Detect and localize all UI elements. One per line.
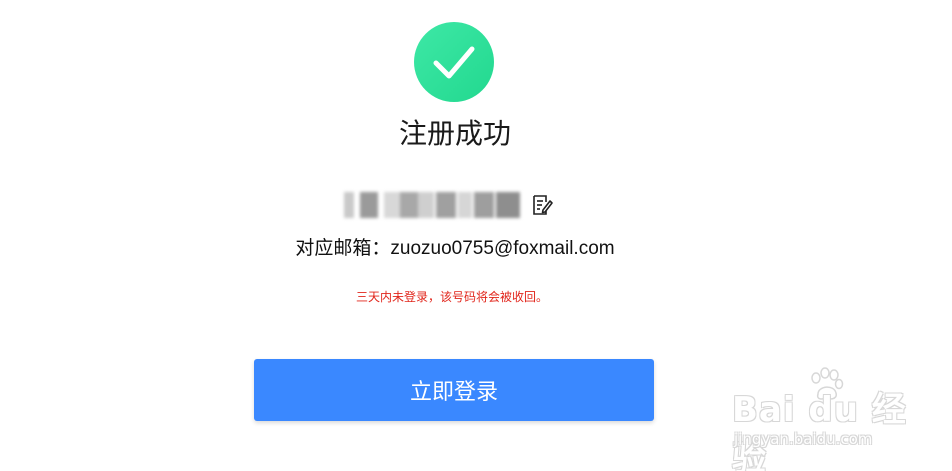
login-button[interactable]: 立即登录 xyxy=(254,359,654,421)
watermark-logo: Bai du 经验 xyxy=(732,390,907,471)
checkmark-icon xyxy=(414,22,494,102)
email-value: zuozuo0755@foxmail.com xyxy=(390,238,615,259)
watermark-url: jingyan.baidu.com xyxy=(734,430,873,448)
page-title: 注册成功 xyxy=(398,118,511,149)
account-number-row xyxy=(340,188,580,222)
email-row: 对应邮箱：zuozuo0755@foxmail.com xyxy=(0,236,910,262)
redacted-account-number xyxy=(340,192,524,218)
warning-text: 三天内未登录，该号码将会被收回。 xyxy=(355,290,548,304)
email-label: 对应邮箱： xyxy=(295,238,391,259)
registration-success-page: 注册成功 对应邮箱：zuozuo0755@foxmail.com 三天内未登录，… xyxy=(0,0,952,471)
baidu-jingyan-watermark: Bai du 经验 jingyan.baidu.com xyxy=(728,366,908,471)
edit-icon[interactable] xyxy=(530,193,554,217)
